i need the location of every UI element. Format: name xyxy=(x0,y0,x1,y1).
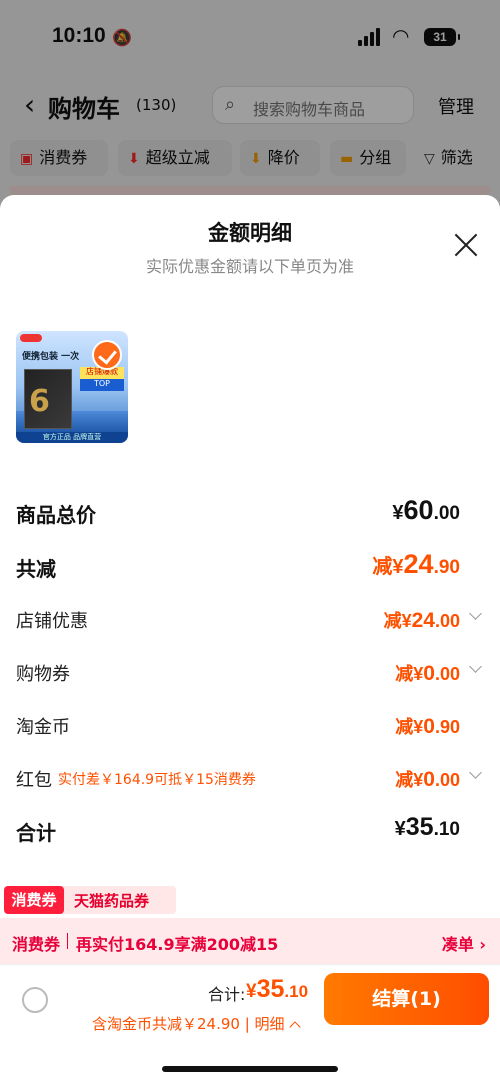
filter-chip-super-discount[interactable]: ⬇ 超级立减 xyxy=(118,140,232,176)
cart-search-input[interactable]: ⌕ 搜索购物车商品 xyxy=(212,86,414,124)
brand-logo xyxy=(20,334,42,342)
row-value: 减¥24.90 xyxy=(372,549,460,579)
cart-navbar: ‹ 购物车 (130) ⌕ 搜索购物车商品 管理 xyxy=(0,80,500,130)
row-label: 红包 xyxy=(16,770,52,791)
close-icon[interactable] xyxy=(452,231,480,259)
row-value: 减¥0.00 xyxy=(395,768,460,791)
row-label: 合计 xyxy=(16,821,56,845)
home-indicator xyxy=(162,1066,338,1072)
battery-icon: 31 xyxy=(424,28,460,46)
promo-lead: 消费券 xyxy=(12,935,61,954)
status-bar: 10:10 🔕 ◠ 31 xyxy=(0,0,500,70)
folder-icon: ▬ xyxy=(340,151,354,167)
chevron-down-icon xyxy=(469,660,482,673)
chevron-down-icon xyxy=(469,766,482,779)
filter-label: 降价 xyxy=(267,148,300,167)
search-placeholder: 搜索购物车商品 xyxy=(253,100,366,119)
arrow-down-icon: ⬇ xyxy=(128,151,140,167)
row-value: ¥35.10 xyxy=(394,813,460,841)
chevron-up-icon xyxy=(288,1021,301,1033)
row-value: 减¥24.00 xyxy=(383,609,460,632)
search-icon: ⌕ xyxy=(225,94,236,115)
filter-label: 超级立减 xyxy=(145,148,210,167)
filter-chip-group[interactable]: ▬ 分组 xyxy=(330,140,406,176)
row-value: 减¥0.90 xyxy=(395,715,460,738)
price-drop-icon: ⬇ xyxy=(250,151,262,167)
page-title: 购物车 xyxy=(48,95,120,123)
wifi-icon: ◠ xyxy=(392,24,410,48)
row-label: 商品总价 xyxy=(16,503,96,527)
row-sum: 合计 ¥35.10 xyxy=(16,813,484,847)
discount-detail-toggle[interactable]: 含淘金币共减￥24.90 | 明细 xyxy=(92,1013,301,1034)
row-label: 共减 xyxy=(16,557,56,581)
row-label: 购物券 xyxy=(16,664,70,685)
filter-bar: ▣ 消费券 ⬇ 超级立减 ⬇ 降价 ▬ 分组 ▽ 筛选 xyxy=(0,140,500,178)
product-image-top: TOP xyxy=(80,379,124,391)
row-value: 减¥0.00 xyxy=(395,662,460,685)
filter-chip-filter[interactable]: ▽ 筛选 xyxy=(414,140,494,176)
row-value: ¥60.00 xyxy=(392,495,460,525)
row-label: 淘金币 xyxy=(16,717,70,738)
product-box-image: 6 xyxy=(24,369,72,429)
checkout-bar: 合计: ¥35.10 含淘金币共减￥24.90 | 明细 结算(1) xyxy=(0,964,500,1084)
manage-button[interactable]: 管理 xyxy=(438,93,474,119)
row-store-discount[interactable]: 店铺优惠 减¥24.00 xyxy=(16,603,484,637)
row-total-discount: 共减 减¥24.90 xyxy=(16,549,484,583)
filter-label: 消费券 xyxy=(39,148,88,167)
coupon-badge: 消费券 xyxy=(4,886,64,914)
row-red-packet[interactable]: 红包 实付差￥164.9可抵￥15消费券 减¥0.00 xyxy=(16,762,484,796)
product-image-footer: 官方正品 品牌直营 xyxy=(16,432,128,443)
mute-bell-icon: 🔕 xyxy=(112,28,132,47)
back-chevron-icon[interactable]: ‹ xyxy=(24,88,35,121)
filter-chip-coupon[interactable]: ▣ 消费券 xyxy=(10,140,108,176)
selected-check-icon[interactable] xyxy=(92,340,122,370)
sheet-title: 金额明细 xyxy=(208,221,292,245)
checkout-button[interactable]: 结算(1) xyxy=(324,973,489,1025)
add-items-link[interactable]: 凑单 › xyxy=(442,931,486,955)
filter-icon: ▽ xyxy=(424,151,435,167)
promo-divider xyxy=(67,933,68,949)
row-label: 店铺优惠 xyxy=(16,611,88,632)
filter-label: 筛选 xyxy=(440,148,473,167)
promo-banner[interactable]: 消费券 再实付164.9享满200减15 凑单 › xyxy=(0,918,500,964)
chevron-down-icon xyxy=(469,607,482,620)
coupon-tag-text: 天猫药品券 xyxy=(74,892,150,910)
row-taojinbi: 淘金币 减¥0.90 xyxy=(16,709,484,743)
coupon-tag: 消费券 天猫药品券 xyxy=(4,886,176,914)
amount-detail-sheet: 金额明细 实际优惠金额请以下单页为准 便携包装 一次 店铺爆款 TOP 6 官方… xyxy=(0,195,500,1084)
total-label: 合计: xyxy=(208,985,246,1004)
filter-chip-price-drop[interactable]: ⬇ 降价 xyxy=(240,140,320,176)
cart-count: (130) xyxy=(136,96,177,114)
status-time: 10:10 xyxy=(52,24,106,47)
filter-label: 分组 xyxy=(359,148,392,167)
row-goods-total: 商品总价 ¥60.00 xyxy=(16,495,484,529)
select-all-checkbox[interactable] xyxy=(22,987,48,1013)
promo-message: 再实付164.9享满200减15 xyxy=(76,935,279,954)
sheet-subtitle: 实际优惠金额请以下单页为准 xyxy=(145,257,354,276)
total-amount: ¥35.10 xyxy=(246,975,309,1003)
discount-detail-text: 含淘金币共减￥24.90 | 明细 xyxy=(92,1015,285,1033)
coupon-icon: ▣ xyxy=(20,151,34,167)
row-shopping-coupon[interactable]: 购物券 减¥0.00 xyxy=(16,656,484,690)
product-image-headline: 便携包装 一次 xyxy=(22,352,80,362)
red-packet-note: 实付差￥164.9可抵￥15消费券 xyxy=(58,772,256,788)
signal-icon xyxy=(358,28,384,46)
